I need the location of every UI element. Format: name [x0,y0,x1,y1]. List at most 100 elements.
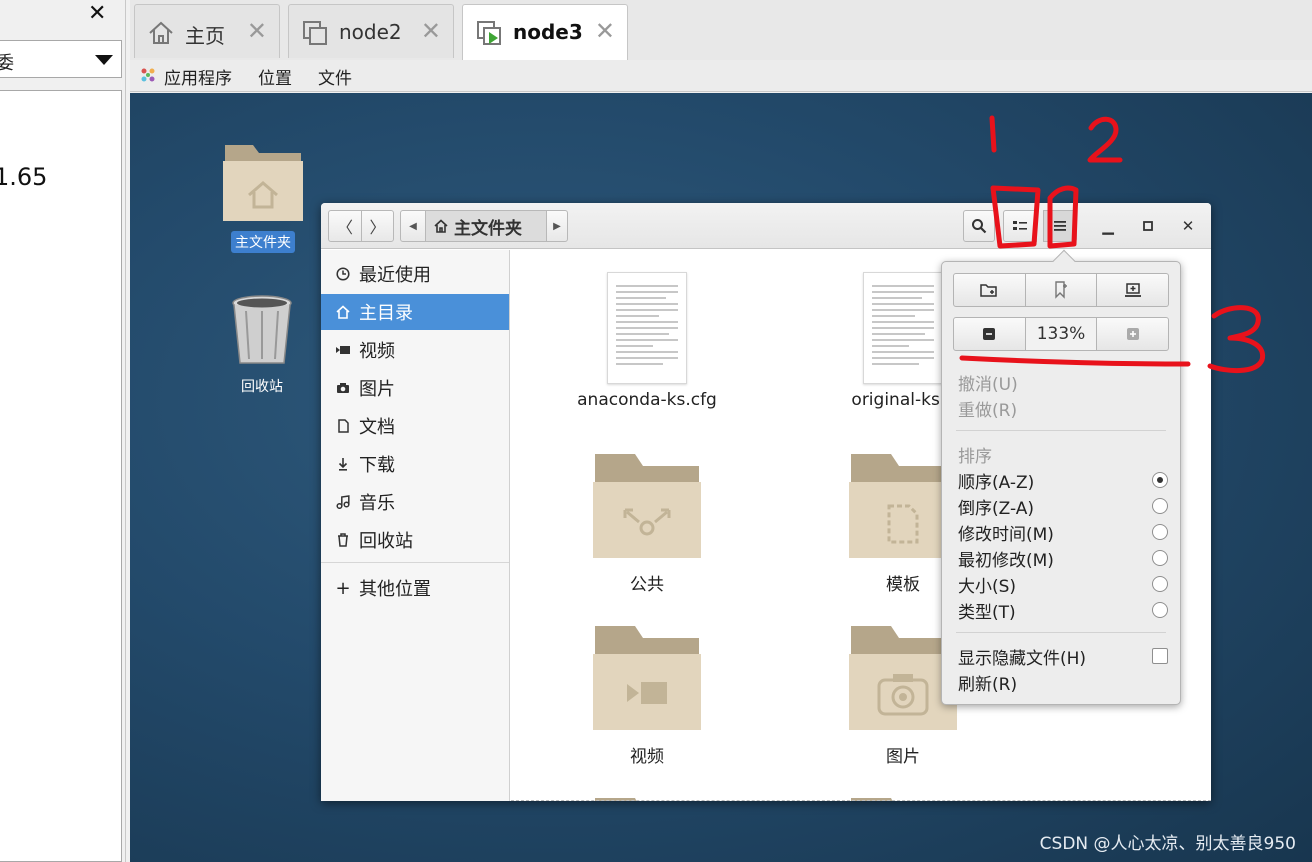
minimize-button[interactable]: ▁ [1097,215,1119,237]
sidebar-item-documents[interactable]: 文档 [321,408,509,444]
sort-option-first-modified[interactable]: 最初修改(M) [958,546,1168,571]
forward-button[interactable]: 〉 [361,210,394,242]
text-file-icon [863,272,943,384]
camera-icon [335,380,351,396]
close-icon[interactable]: ✕ [88,2,106,26]
list-view-icon [1013,221,1027,230]
new-folder-button[interactable] [953,273,1026,307]
sort-option-z-a[interactable]: 倒序(Z-A) [958,494,1168,519]
tab-home[interactable]: 主页 ✕ [134,4,280,58]
menu-places[interactable]: 位置 [258,64,292,89]
path-scroll-left-button[interactable]: ◀ [400,210,426,242]
sort-option-label: 倒序(Z-A) [958,499,1035,519]
sidebar-item-label: 视频 [359,341,395,362]
new-tab-icon [1124,283,1141,297]
new-tab-button[interactable] [1097,273,1170,307]
left-value-text: 1.65 [0,163,48,191]
bookmark-button[interactable] [1025,273,1098,307]
folder-video-icon [593,626,701,730]
menu-button[interactable] [1043,210,1077,242]
sort-option-a-z[interactable]: 顺序(A-Z) [958,468,1168,493]
close-icon: ✕ [1181,217,1195,235]
chevron-right-icon: 〉 [369,218,386,237]
sidebar-item-pictures[interactable]: 图片 [321,370,509,406]
maximize-button[interactable] [1137,215,1159,237]
search-button[interactable] [963,210,995,242]
zoom-out-button[interactable] [953,317,1026,351]
radio-unchecked[interactable] [1152,550,1168,566]
home-icon [149,21,173,44]
tab-node2[interactable]: node2 ✕ [288,4,454,58]
sort-option-size[interactable]: 大小(S) [958,572,1168,597]
sidebar-item-music[interactable]: 音乐 [321,484,509,520]
sort-option-label: 顺序(A-Z) [958,473,1035,493]
path-scroll-right-button[interactable]: ▶ [546,210,568,242]
menu-applications[interactable]: 应用程序 [164,64,232,89]
close-icon[interactable]: ✕ [595,17,615,45]
desktop-home-folder[interactable]: 主文件夹 [218,139,308,253]
sidebar-item-label: 下载 [359,455,395,476]
close-icon[interactable]: ✕ [247,17,267,45]
sort-option-type[interactable]: 类型(T) [958,598,1168,623]
sort-option-modified[interactable]: 修改时间(M) [958,520,1168,545]
desktop-home-label: 主文件夹 [231,231,295,253]
text-file-icon [607,272,687,384]
close-icon[interactable]: ✕ [421,17,441,45]
sidebar-item-recent[interactable]: 最近使用 [321,256,509,292]
bookmark-add-icon [1055,281,1067,299]
sort-option-label: 大小(S) [958,577,1017,597]
sort-section-header: 排序 [958,447,992,467]
watermark: CSDN @人心太凉、别太善良950 [1039,834,1296,854]
document-icon [335,418,351,434]
sidebar-item-trash[interactable]: 回收站 [321,522,509,558]
menu-separator [956,430,1166,431]
checkbox-unchecked[interactable] [1152,648,1168,664]
menu-item-redo[interactable]: 重做(R) [958,396,1168,421]
sidebar-item-videos[interactable]: 视频 [321,332,509,368]
chevron-down-icon[interactable] [95,55,113,65]
radio-unchecked[interactable] [1152,524,1168,540]
folder-name: 图片 [886,747,920,767]
vm-running-icon [477,21,501,45]
zoom-level-reset[interactable]: 133% [1025,317,1097,351]
radio-unchecked[interactable] [1152,602,1168,618]
zoom-in-button[interactable] [1096,317,1170,351]
sidebar-item-label: 回收站 [359,531,413,552]
places-sidebar: 最近使用 主目录 视频 图片 文档 下载 音乐 回收站 + 其他位置 [321,250,510,801]
sidebar-item-other-locations[interactable]: + 其他位置 [321,570,509,606]
desktop-trash-label: 回收站 [241,379,283,395]
home-icon [335,304,351,320]
files-bottom-edge [511,800,1211,801]
back-button[interactable]: 〈 [328,210,362,242]
menu-item-show-hidden[interactable]: 显示隐藏文件(H) [958,644,1168,669]
folder-item[interactable]: 公共 [557,450,737,595]
path-bar: ◀ 主文件夹 ▶ [400,210,568,242]
left-combo-box[interactable]: 委 [0,40,122,78]
folder-item[interactable]: 视频 [557,622,737,767]
view-mode-button[interactable] [1003,210,1037,242]
left-pane: ✕ 委 1.65 [0,0,126,862]
new-folder-icon [980,284,998,297]
radio-unchecked[interactable] [1152,498,1168,514]
sidebar-item-downloads[interactable]: 下载 [321,446,509,482]
radio-unchecked[interactable] [1152,576,1168,592]
video-icon [335,342,351,358]
path-crumb-home[interactable]: 主文件夹 [426,210,546,242]
sort-option-label: 类型(T) [958,603,1016,623]
music-icon [335,494,351,510]
menu-files[interactable]: 文件 [318,64,352,89]
sidebar-item-home[interactable]: 主目录 [321,294,509,330]
file-item[interactable]: anaconda-ks.cfg [557,272,737,410]
plus-icon [1126,328,1139,340]
desktop-trash[interactable]: 回收站 [222,293,302,397]
sidebar-item-label: 音乐 [359,493,395,514]
menu-item-refresh[interactable]: 刷新(R) [958,670,1168,695]
radio-checked[interactable] [1152,472,1168,488]
sort-option-label: 修改时间(M) [958,525,1054,545]
home-folder-icon [223,145,303,221]
close-button[interactable]: ✕ [1177,215,1199,237]
sidebar-item-label: 图片 [359,379,395,400]
menu-item-undo[interactable]: 撤消(U) [958,370,1168,395]
plus-icon: + [335,577,351,599]
tab-node3[interactable]: node3 ✕ [462,4,628,60]
